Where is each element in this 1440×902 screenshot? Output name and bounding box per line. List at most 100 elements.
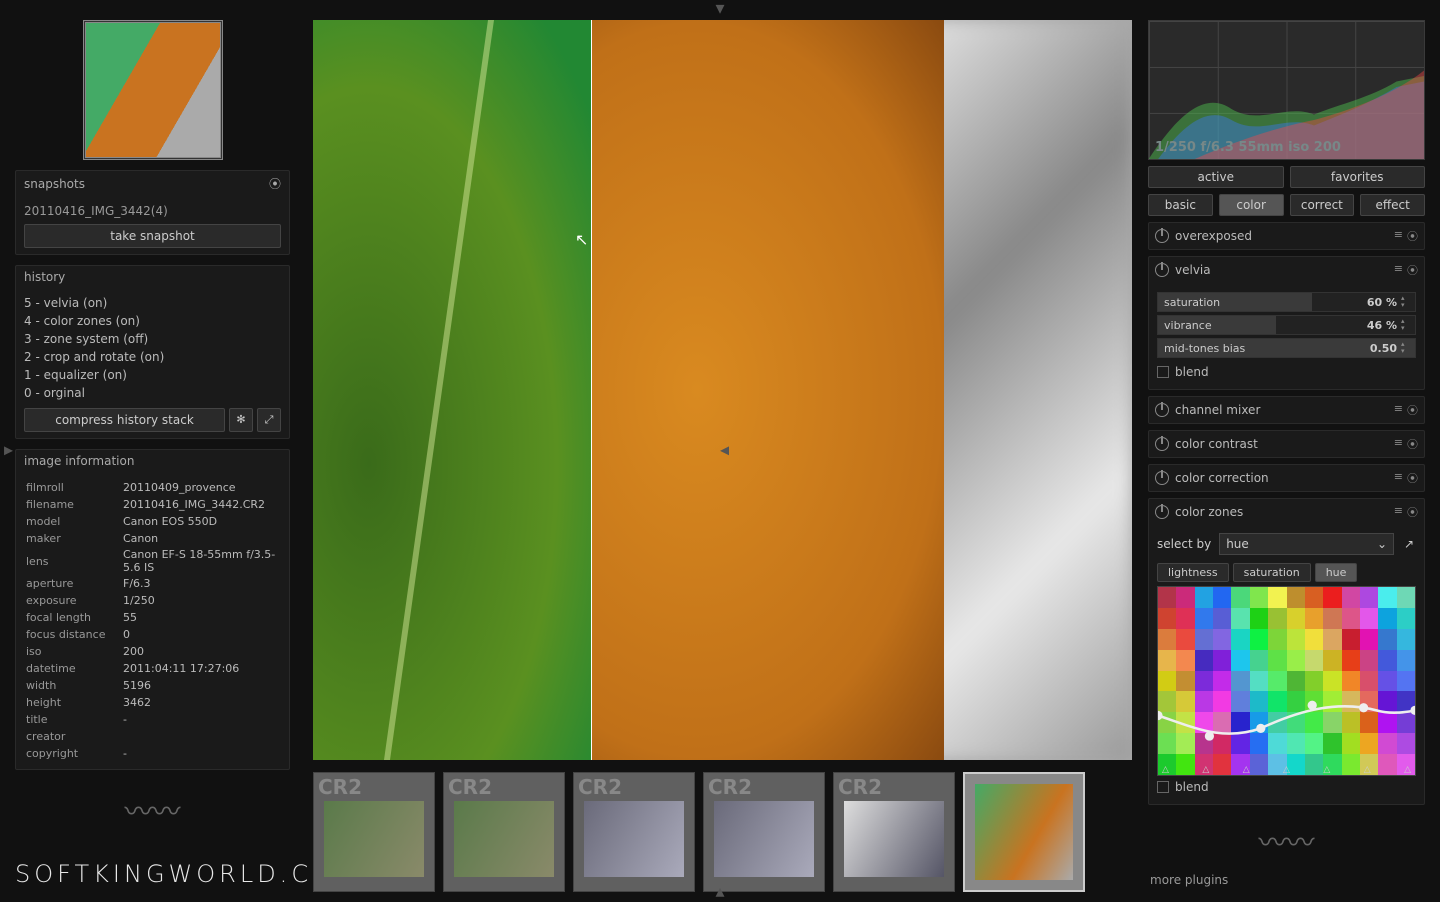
module-color-zones: color zones ≡⦿ select by hue ⌄ ↗ lightne… [1148, 498, 1425, 805]
reset-icon[interactable]: ⦿ [1407, 504, 1418, 520]
filmstrip-item[interactable]: CR2 [573, 772, 695, 892]
chevron-right-icon[interactable]: ▸ [4, 440, 13, 461]
format-badge: CR2 [318, 775, 362, 799]
reset-icon[interactable]: ⦿ [269, 175, 281, 192]
navigator-thumbnail[interactable] [83, 20, 223, 160]
subtab-hue[interactable]: hue [1315, 563, 1358, 582]
filmstrip-item[interactable]: CR2 [833, 772, 955, 892]
module-title[interactable]: overexposed [1175, 229, 1388, 243]
menu-icon[interactable]: ≡ [1394, 504, 1403, 520]
history-panel: history 5 - velvia (on)4 - color zones (… [15, 265, 290, 439]
menu-icon[interactable]: ≡ [1394, 228, 1403, 244]
tab-active[interactable]: active [1148, 166, 1284, 188]
power-icon[interactable] [1155, 229, 1169, 243]
blend-checkbox[interactable]: blend [1157, 361, 1416, 383]
chevron-left-icon[interactable]: ◂ [720, 440, 1436, 461]
tab-effect[interactable]: effect [1360, 194, 1425, 216]
watermark-text: SOFTKINGWORLD.COM [15, 860, 290, 888]
info-row: filmroll20110409_provence [26, 480, 279, 495]
thumb-image [454, 801, 554, 877]
module-title[interactable]: velvia [1175, 263, 1388, 277]
chevron-down-icon[interactable]: ▾ [715, 0, 724, 19]
saturation-slider[interactable]: saturation 60 % ▴▾ [1157, 292, 1416, 312]
module-overexposed: overexposed ≡⦿ [1148, 222, 1425, 250]
power-icon[interactable] [1155, 505, 1169, 519]
flourish-icon: 〰︎〰︎ [1148, 821, 1425, 861]
info-row: datetime2011:04:11 17:27:06 [26, 661, 279, 676]
history-item[interactable]: 1 - equalizer (on) [24, 366, 281, 384]
hue-grid[interactable]: △△△△△△△ [1157, 586, 1416, 776]
menu-icon[interactable]: ≡ [1394, 470, 1403, 486]
midtones-slider[interactable]: mid-tones bias 0.50 ▴▾ [1157, 338, 1416, 358]
format-badge: CR2 [708, 775, 752, 799]
select-by-label: select by [1157, 537, 1211, 551]
power-icon[interactable] [1155, 403, 1169, 417]
thumb-image [975, 784, 1073, 880]
picker-icon[interactable]: ↗ [1402, 537, 1416, 551]
info-row: lensCanon EF-S 18-55mm f/3.5-5.6 IS [26, 548, 279, 574]
reset-icon[interactable]: ⦿ [1407, 228, 1418, 244]
info-row: exposure1/250 [26, 593, 279, 608]
history-item[interactable]: 4 - color zones (on) [24, 312, 281, 330]
vibrance-slider[interactable]: vibrance 46 % ▴▾ [1157, 315, 1416, 335]
info-row: copyright- [26, 746, 279, 761]
thumb-image [584, 801, 684, 877]
history-expand-icon[interactable]: ⤢ [257, 408, 281, 432]
tab-color[interactable]: color [1219, 194, 1284, 216]
blend-checkbox[interactable]: blend [1157, 776, 1416, 798]
reset-icon[interactable]: ⦿ [1407, 470, 1418, 486]
history-item[interactable]: 0 - orginal [24, 384, 281, 402]
module-velvia: velvia ≡⦿ saturation 60 % ▴▾ vibrance 46… [1148, 256, 1425, 390]
menu-icon[interactable]: ≡ [1394, 402, 1403, 418]
power-icon[interactable] [1155, 263, 1169, 277]
tab-correct[interactable]: correct [1290, 194, 1355, 216]
reset-icon[interactable]: ⦿ [1407, 262, 1418, 278]
filmstrip-item[interactable]: CR2 [703, 772, 825, 892]
info-row: focus distance0 [26, 627, 279, 642]
filmstrip-item[interactable]: CR2 [313, 772, 435, 892]
info-row: apertureF/6.3 [26, 576, 279, 591]
select-by-dropdown[interactable]: hue ⌄ [1219, 533, 1394, 555]
menu-icon[interactable]: ≡ [1394, 262, 1403, 278]
filmstrip-item[interactable]: CR2 [443, 772, 565, 892]
take-snapshot-button[interactable]: take snapshot [24, 224, 281, 248]
cursor-icon: ↖ [575, 230, 588, 249]
tab-basic[interactable]: basic [1148, 194, 1213, 216]
history-item[interactable]: 2 - crop and rotate (on) [24, 348, 281, 366]
module-title[interactable]: color correction [1175, 471, 1388, 485]
info-row: makerCanon [26, 531, 279, 546]
main-canvas[interactable]: ↖ [313, 20, 1132, 760]
flourish-icon: 〰︎〰︎ [15, 790, 290, 830]
image-information-panel: image information filmroll20110409_prove… [15, 449, 290, 770]
module-color-correction: color correction ≡⦿ [1148, 464, 1425, 492]
more-plugins-link[interactable]: more plugins [1148, 867, 1425, 893]
compress-history-button[interactable]: compress history stack [24, 408, 225, 432]
history-item[interactable]: 3 - zone system (off) [24, 330, 281, 348]
image-information-title: image information [24, 454, 134, 468]
power-icon[interactable] [1155, 471, 1169, 485]
filmstrip[interactable]: CR2 CR2 CR2 CR2 CR2 CR2 [313, 772, 1132, 892]
info-row: creator [26, 729, 279, 744]
chevron-up-icon[interactable]: ▴ [715, 881, 724, 902]
histogram[interactable]: 1/250 f/6.3 55mm iso 200 [1148, 20, 1425, 160]
history-title: history [24, 270, 65, 284]
module-channel-mixer: channel mixer ≡⦿ [1148, 396, 1425, 424]
history-style-icon[interactable]: ✻ [229, 408, 253, 432]
module-title[interactable]: color zones [1175, 505, 1388, 519]
format-badge: CR2 [578, 775, 622, 799]
tab-favorites[interactable]: favorites [1290, 166, 1426, 188]
thumb-image [324, 801, 424, 877]
info-row: width5196 [26, 678, 279, 693]
chevron-down-icon: ⌄ [1377, 537, 1387, 551]
compare-split-line[interactable] [591, 20, 592, 760]
module-title[interactable]: channel mixer [1175, 403, 1388, 417]
navigator-image [86, 23, 220, 157]
format-badge: CR2 [838, 775, 882, 799]
subtab-lightness[interactable]: lightness [1157, 563, 1229, 582]
reset-icon[interactable]: ⦿ [1407, 402, 1418, 418]
filmstrip-item[interactable]: CR2 [963, 772, 1085, 892]
info-row: title- [26, 712, 279, 727]
snapshot-name[interactable]: 20110416_IMG_3442(4) [24, 202, 281, 224]
subtab-saturation[interactable]: saturation [1233, 563, 1311, 582]
history-item[interactable]: 5 - velvia (on) [24, 294, 281, 312]
